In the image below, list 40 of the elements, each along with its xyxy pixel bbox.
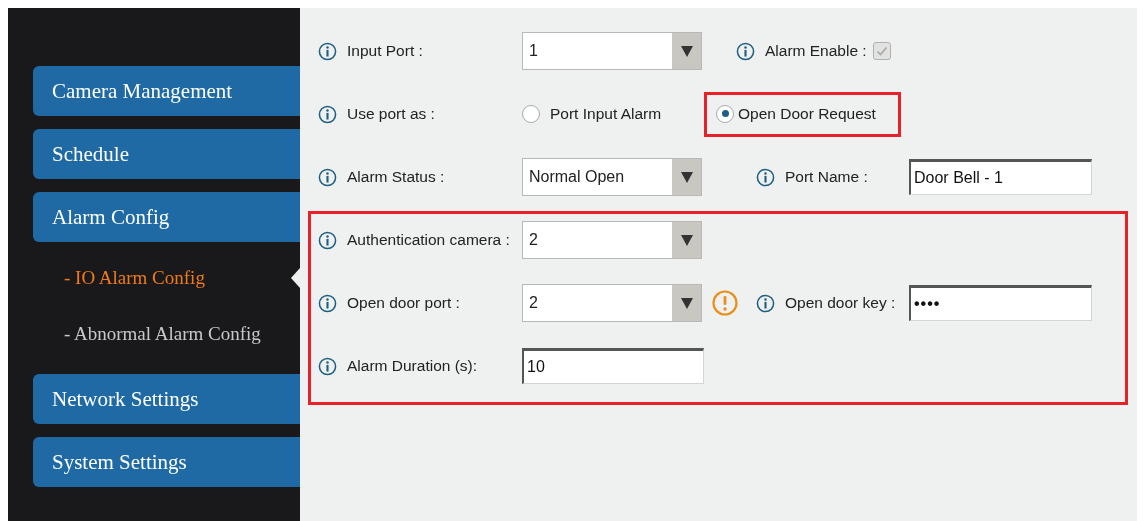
info-icon[interactable] [756, 167, 775, 187]
checkmark-icon [874, 44, 889, 58]
sidebar-menu-item[interactable]: Alarm Config [33, 192, 300, 242]
field-label: Open door port : [347, 294, 460, 312]
dropdown-select[interactable]: 1 [522, 32, 702, 70]
field-label: Port Name : [785, 168, 869, 186]
dropdown-select[interactable]: 2 [522, 221, 702, 259]
password-field[interactable]: •••• [909, 285, 1092, 321]
radio-label[interactable]: Open Door Request [738, 104, 876, 123]
field-label: Input Port : [347, 42, 423, 60]
dropdown-arrow-icon[interactable] [680, 234, 693, 246]
info-icon[interactable] [318, 293, 337, 313]
info-icon[interactable] [318, 230, 337, 250]
info-icon[interactable] [318, 104, 337, 124]
sidebar-menu-item[interactable]: Network Settings [33, 374, 300, 424]
info-icon[interactable] [318, 167, 337, 187]
info-icon[interactable] [318, 41, 337, 61]
dropdown-arrow-icon[interactable] [680, 45, 693, 57]
field-label: Authentication camera : [347, 231, 510, 249]
input-field[interactable]: 10 [522, 348, 704, 384]
dropdown-arrow-icon[interactable] [680, 297, 693, 309]
field-label: Open door key : [785, 294, 897, 312]
field-label: Use port as : [347, 105, 435, 123]
info-icon[interactable] [736, 41, 755, 61]
field-label: Alarm Duration (s): [347, 357, 478, 375]
sidebar-menu-item[interactable]: Schedule [33, 129, 300, 179]
dropdown-select[interactable]: Normal Open [522, 158, 702, 196]
dropdown-arrow-icon[interactable] [680, 171, 693, 183]
sidebar-menu-item[interactable]: System Settings [33, 437, 300, 487]
field-label: Alarm Status : [347, 168, 445, 186]
input-field[interactable]: Door Bell - 1 [909, 159, 1092, 195]
info-icon[interactable] [318, 356, 337, 376]
radio-button[interactable] [522, 105, 540, 123]
field-label: Alarm Enable : [765, 42, 867, 60]
radio-button[interactable] [716, 104, 734, 123]
info-icon[interactable] [756, 293, 775, 313]
sidebar-menu-item[interactable]: Camera Management [33, 66, 300, 116]
dropdown-select[interactable]: 2 [522, 284, 702, 322]
sidebar-submenu-item[interactable]: - Abnormal Alarm Config [8, 305, 300, 362]
radio-label[interactable]: Port Input Alarm [550, 105, 662, 123]
